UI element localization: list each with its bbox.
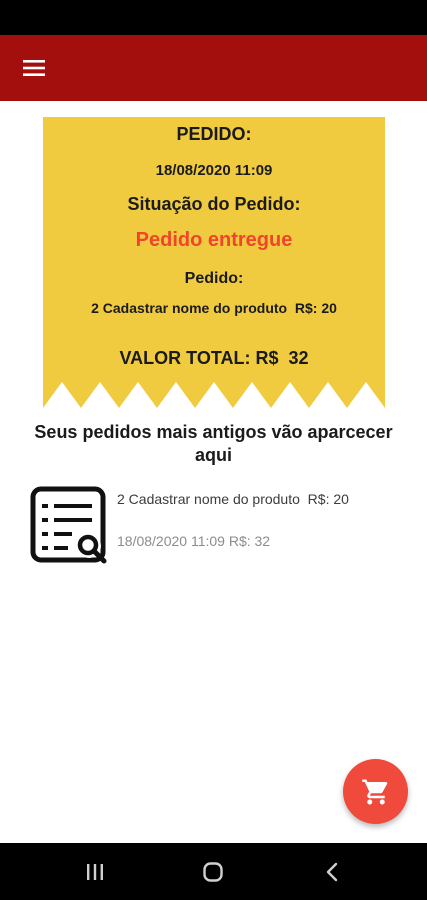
home-icon	[203, 862, 223, 882]
order-receipt-card: PEDIDO: 18/08/2020 11:09 Situação do Ped…	[43, 117, 385, 408]
receipt-total: VALOR TOTAL: R$ 32	[119, 348, 309, 368]
recent-apps-button[interactable]	[75, 857, 115, 887]
shopping-cart-icon	[361, 779, 387, 804]
order-status: Pedido entregue	[135, 229, 293, 251]
home-button[interactable]	[193, 857, 233, 887]
order-list-item[interactable]: 2 Cadastrar nome do produto R$: 20 18/08…	[28, 482, 398, 568]
cart-fab-button[interactable]	[343, 759, 408, 824]
order-item-meta: 18/08/2020 11:09 R$: 32	[117, 533, 271, 549]
receipt-title: PEDIDO:	[176, 124, 252, 144]
back-icon	[326, 862, 338, 882]
order-list-search-icon	[30, 486, 107, 564]
status-heading: Situação do Pedido:	[127, 194, 301, 214]
app-bar	[0, 35, 427, 101]
hamburger-menu-icon	[23, 60, 45, 76]
receipt-datetime: 18/08/2020 11:09	[155, 162, 273, 179]
items-heading: Pedido:	[184, 270, 244, 287]
status-bar	[0, 0, 427, 35]
receipt-item-line: 2 Cadastrar nome do produto R$: 20	[91, 300, 337, 316]
order-item-description: 2 Cadastrar nome do produto R$: 20	[117, 491, 349, 507]
system-navigation-bar	[0, 843, 427, 900]
recent-apps-icon	[87, 864, 103, 880]
older-orders-heading: Seus pedidos mais antigos vão aparcecer …	[34, 422, 393, 465]
back-button[interactable]	[313, 857, 353, 887]
menu-button[interactable]	[14, 49, 54, 87]
